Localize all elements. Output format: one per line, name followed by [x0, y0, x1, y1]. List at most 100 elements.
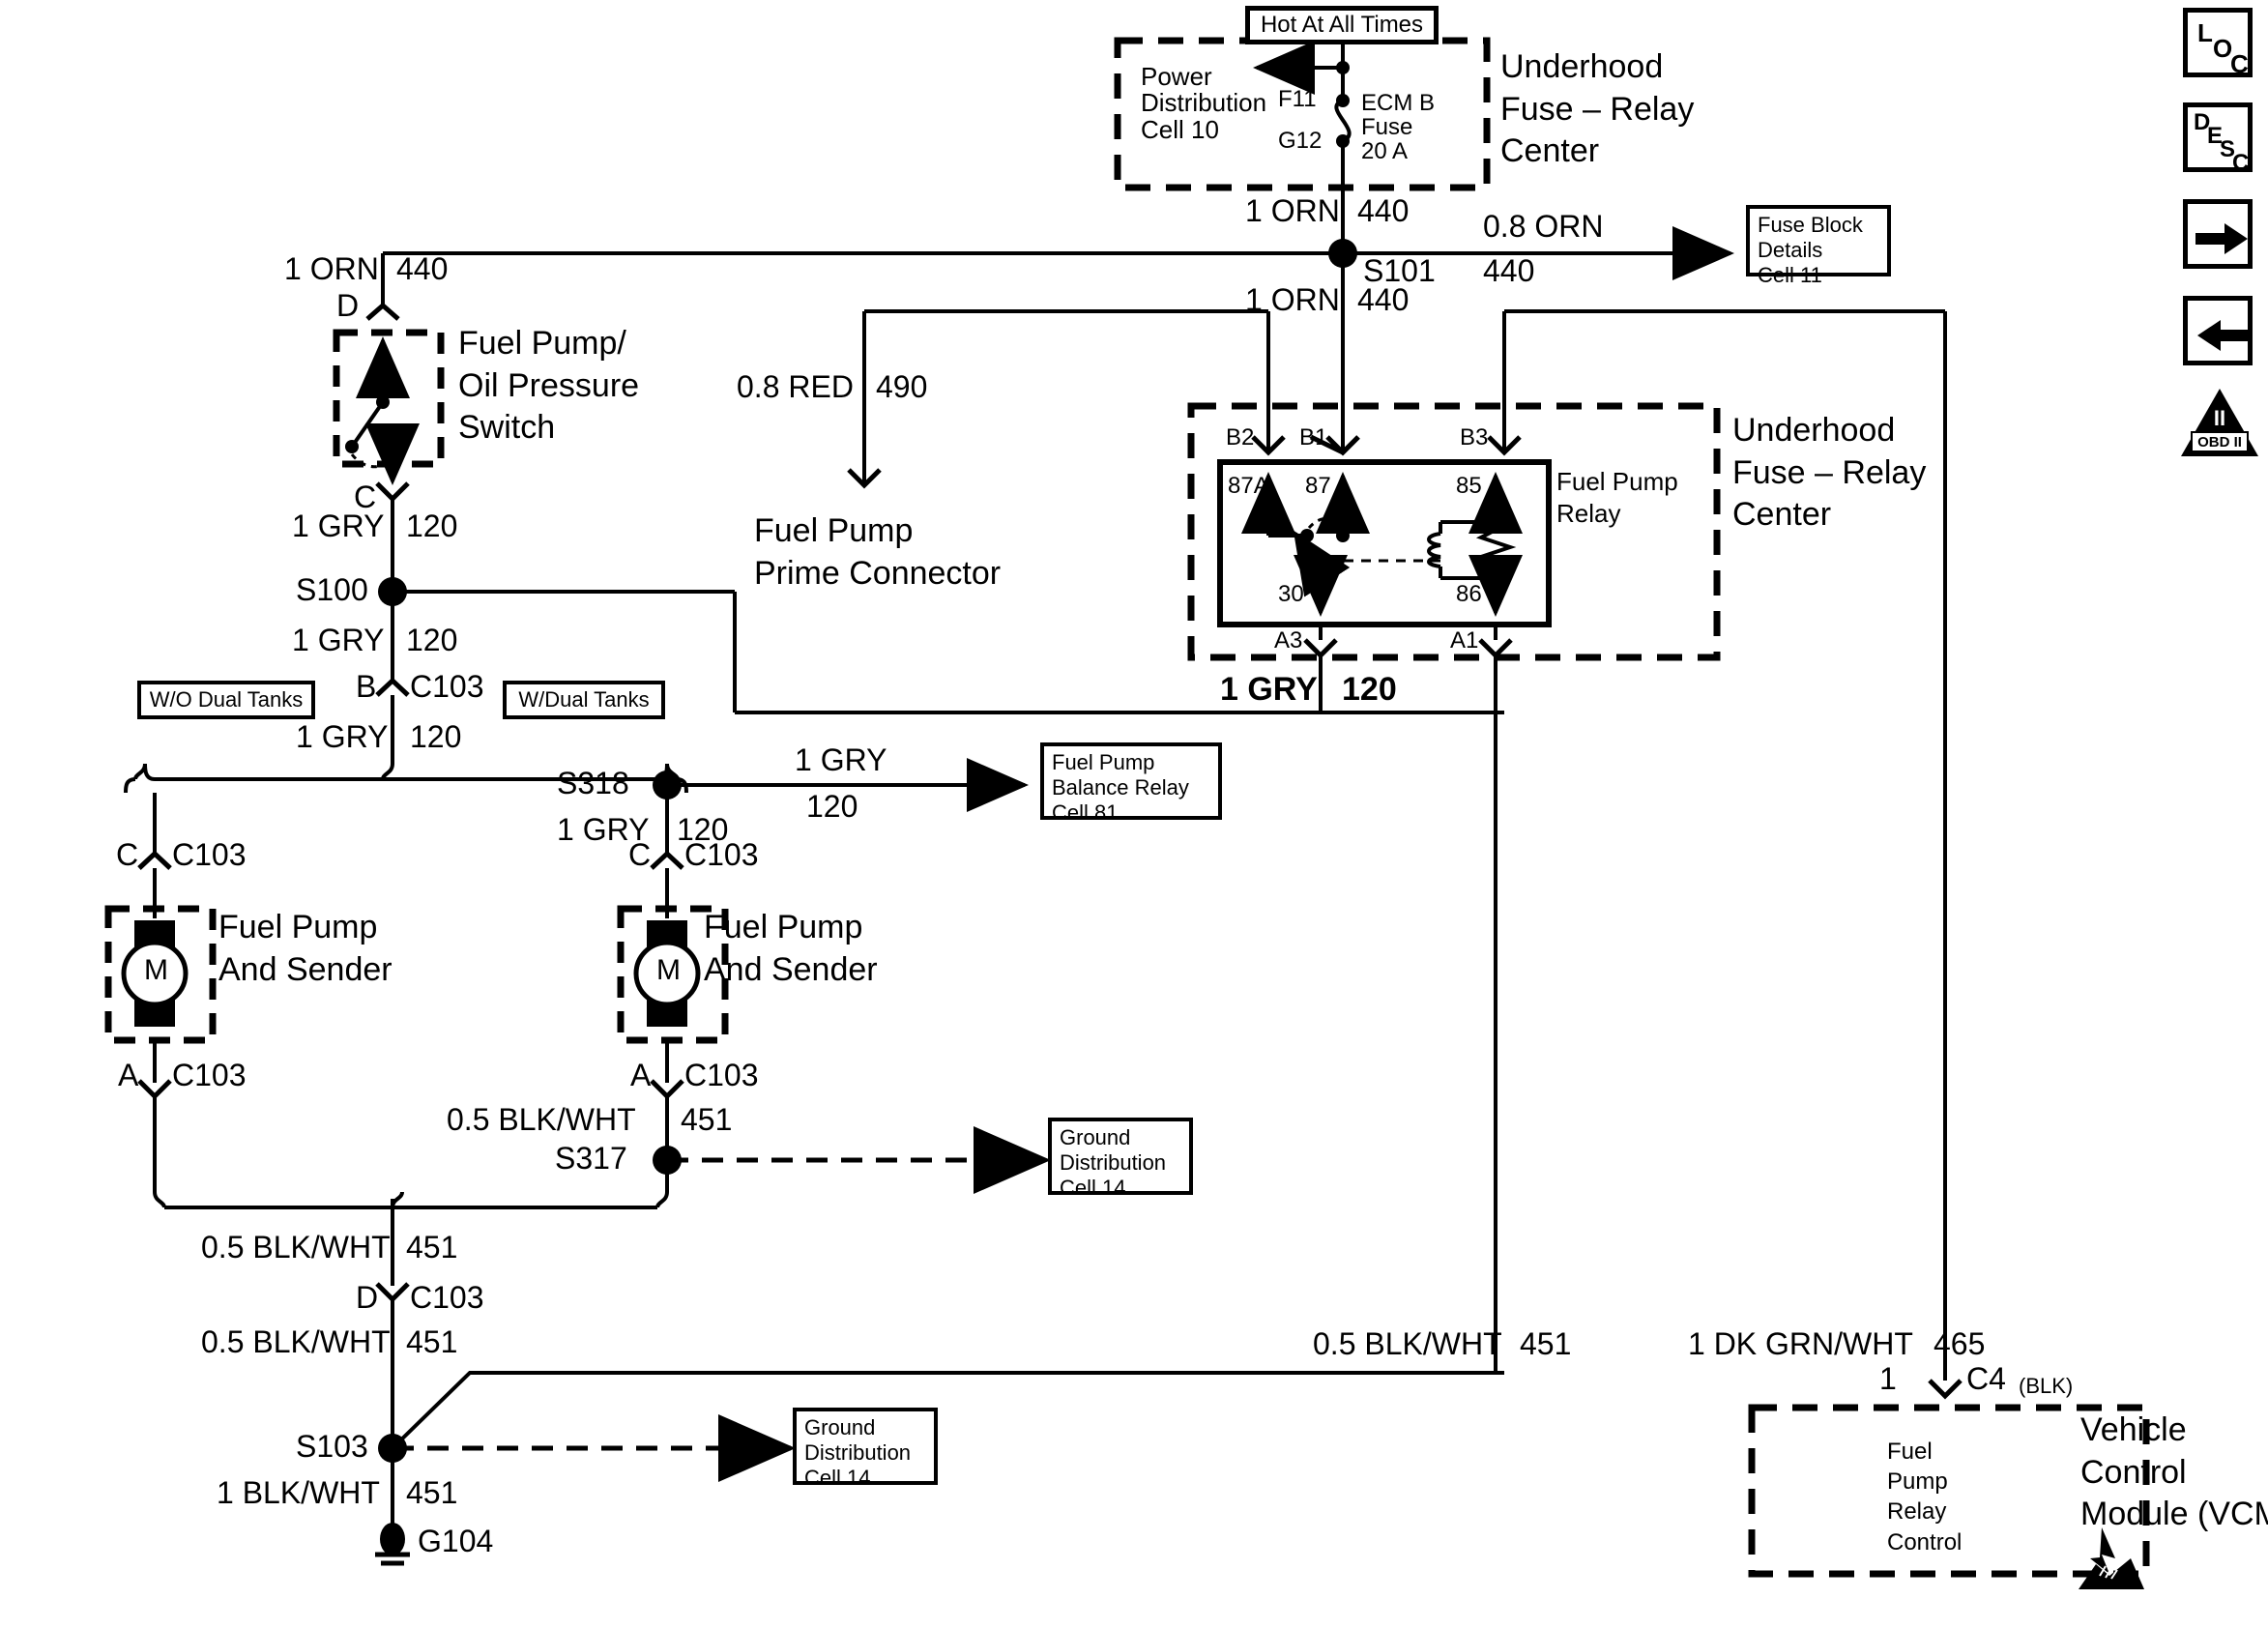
relay-terminal-b3: B3: [1460, 424, 1489, 451]
wire-label-gry120-relay-num: 120: [1342, 671, 1397, 708]
wire-label-orn08-gauge: 0.8 ORN: [1483, 209, 1604, 244]
motor-symbol-left: M: [144, 954, 168, 986]
ground-label-g104: G104: [418, 1524, 494, 1558]
obd2-roman-numeral: II: [2213, 406, 2226, 430]
connector-c103-pin-c-right: C: [628, 837, 652, 872]
vcm-label: Vehicle Control Module (VCM): [2080, 1411, 2268, 1533]
connector-c103-pin-d-name: C103: [410, 1280, 484, 1315]
relay-terminal-a3: A3: [1274, 627, 1303, 654]
fuse-terminal-g12: G12: [1278, 128, 1323, 154]
relay-terminal-b1: B1: [1299, 424, 1328, 451]
wire-label-blkwht5-gauge: 1 BLK/WHT: [217, 1475, 380, 1510]
wire-label-gry120-a-gauge: 1 GRY: [292, 509, 385, 543]
vcm-connector-color: (BLK): [2019, 1374, 2074, 1398]
connector-c103-pin-a-right-name: C103: [684, 1058, 759, 1092]
vcm-pin-number: 1: [1879, 1361, 1897, 1396]
w-dual-tanks-box: W/Dual Tanks: [503, 681, 665, 719]
wire-label-orn440-fuse-out-num: 440: [1357, 193, 1410, 228]
connector-switch-d: D: [336, 288, 360, 323]
connector-c103-pin-c-left-name: C103: [172, 837, 247, 872]
connector-c103-pin-a-left: A: [118, 1058, 139, 1092]
wire-label-red490-num: 490: [876, 369, 928, 404]
obd2-button[interactable]: II OBD II: [2179, 387, 2260, 460]
vcm-connector-name: C4: [1966, 1361, 2006, 1396]
relay-terminal-30: 30: [1278, 581, 1304, 607]
fuel-pump-balance-relay-box[interactable]: Fuel Pump Balance Relay Cell 81: [1040, 742, 1222, 825]
hot-at-all-times-label: Hot At All Times: [1260, 11, 1424, 38]
relay-terminal-a1: A1: [1450, 627, 1479, 654]
arrow-right-icon: [2195, 223, 2248, 254]
loc-letter-0: L: [2197, 18, 2213, 47]
relay-terminal-85: 85: [1456, 473, 1482, 499]
wire-label-gry120-balance-gauge: 1 GRY: [795, 742, 887, 777]
wire-label-orn08-num: 440: [1483, 253, 1535, 288]
underhood-fuse-relay-center-bottom-label: Underhood Fuse – Relay Center: [1732, 412, 1927, 534]
wire-label-orn440-left-num: 440: [396, 251, 449, 286]
wire-label-blkwht1-gauge: 0.5 BLK/WHT: [447, 1102, 636, 1137]
wire-label-dkgrn-num: 465: [1934, 1326, 1986, 1361]
wire-label-blkwht4-gauge: 0.5 BLK/WHT: [1313, 1326, 1502, 1361]
wire-label-orn440-fuse-out-gauge: 1 ORN: [1245, 193, 1340, 228]
wire-label-blkwht3-gauge: 0.5 BLK/WHT: [201, 1324, 391, 1359]
fuel-pump-and-sender-left-label: Fuel Pump And Sender: [218, 909, 393, 988]
obd2-label: OBD II: [2191, 431, 2249, 452]
previous-page-button[interactable]: [2183, 296, 2253, 365]
splice-label-s100: S100: [296, 572, 368, 607]
relay-terminal-86: 86: [1456, 581, 1482, 607]
wire-label-dkgrn-gauge: 1 DK GRN/WHT: [1688, 1326, 1913, 1361]
wire-label-gry120-c-num: 120: [410, 719, 462, 754]
splice-label-s318: S318: [557, 766, 629, 800]
ground-distribution-box-upper[interactable]: Ground Distribution Cell 14: [1048, 1118, 1193, 1200]
relay-terminal-b2: B2: [1226, 424, 1255, 451]
splice-label-s317: S317: [555, 1141, 627, 1176]
desc-button[interactable]: D E S C: [2183, 102, 2253, 176]
wire-label-blkwht3-num: 451: [406, 1324, 458, 1359]
fuse-block-details-box[interactable]: Fuse Block Details Cell 11: [1746, 205, 1891, 287]
next-page-button[interactable]: [2183, 199, 2253, 269]
wire-label-gry120-b-gauge: 1 GRY: [292, 623, 385, 657]
connector-c103-pin-c-right-name: C103: [684, 837, 759, 872]
wire-label-orn440-left-gauge: 1 ORN: [284, 251, 379, 286]
arrow-left-icon: [2197, 320, 2250, 351]
wire-label-gry120-balance-num: 120: [806, 789, 858, 824]
underhood-fuse-relay-center-top-label: Underhood Fuse – Relay Center: [1500, 48, 1695, 170]
hot-at-all-times-box: Hot At All Times: [1245, 6, 1439, 44]
connector-c103-pin-b: B: [356, 669, 377, 704]
wire-label-blkwht1-num: 451: [681, 1102, 733, 1137]
wire-label-blkwht4-num: 451: [1520, 1326, 1572, 1361]
connector-c103-pin-a-left-name: C103: [172, 1058, 247, 1092]
loc-button[interactable]: L O C: [2183, 8, 2253, 78]
wo-dual-tanks-box: W/O Dual Tanks: [137, 681, 315, 719]
motor-symbol-right: M: [656, 954, 681, 986]
relay-terminal-87: 87: [1305, 473, 1331, 499]
wire-label-gry120-relay-gauge: 1 GRY: [1220, 671, 1318, 708]
desc-letter-3: C: [2232, 150, 2250, 176]
ground-distribution-box-lower[interactable]: Ground Distribution Cell 14: [793, 1408, 938, 1490]
wire-label-blkwht5-num: 451: [406, 1475, 458, 1510]
wire-label-gry120-b-num: 120: [406, 623, 458, 657]
connector-c103-pin-a-right: A: [630, 1058, 652, 1092]
connector-c103-pin-c-left: C: [116, 837, 139, 872]
wire-label-orn440-down-num: 440: [1357, 282, 1410, 317]
wire-label-gry120-a-num: 120: [406, 509, 458, 543]
esd-static-warning-icon: [2079, 1527, 2144, 1589]
fuel-pump-prime-connector-label: Fuel Pump Prime Connector: [754, 512, 1002, 592]
fuel-pump-relay-label: Fuel Pump Relay: [1556, 467, 1678, 528]
connector-c103-pin-b-name: C103: [410, 669, 484, 704]
vcm-inner-label: Fuel Pump Relay Control: [1887, 1439, 1963, 1555]
wire-label-blkwht2-gauge: 0.5 BLK/WHT: [201, 1230, 391, 1265]
wire-label-gry120-c-gauge: 1 GRY: [296, 719, 389, 754]
connector-c103-pin-d: D: [356, 1280, 379, 1315]
loc-letter-2: C: [2230, 49, 2249, 78]
wire-label-red490-gauge: 0.8 RED: [737, 369, 854, 404]
fuel-pump-oil-pressure-switch-label: Fuel Pump/ Oil Pressure Switch: [458, 325, 640, 447]
splice-label-s103: S103: [296, 1429, 368, 1464]
wire-label-orn440-down-gauge: 1 ORN: [1245, 282, 1340, 317]
ecm-b-fuse-label: ECM B Fuse 20 A: [1361, 90, 1436, 165]
fuel-pump-and-sender-right-label: Fuel Pump And Sender: [704, 909, 878, 988]
wire-label-blkwht2-num: 451: [406, 1230, 458, 1265]
power-distribution-label: Power Distribution Cell 10: [1141, 62, 1267, 144]
fuse-terminal-f11: F11: [1278, 86, 1317, 112]
relay-terminal-87a: 87A: [1228, 473, 1269, 499]
wiring-diagram-canvas: Hot At All Times Power Distribution Cell…: [0, 0, 2268, 1628]
